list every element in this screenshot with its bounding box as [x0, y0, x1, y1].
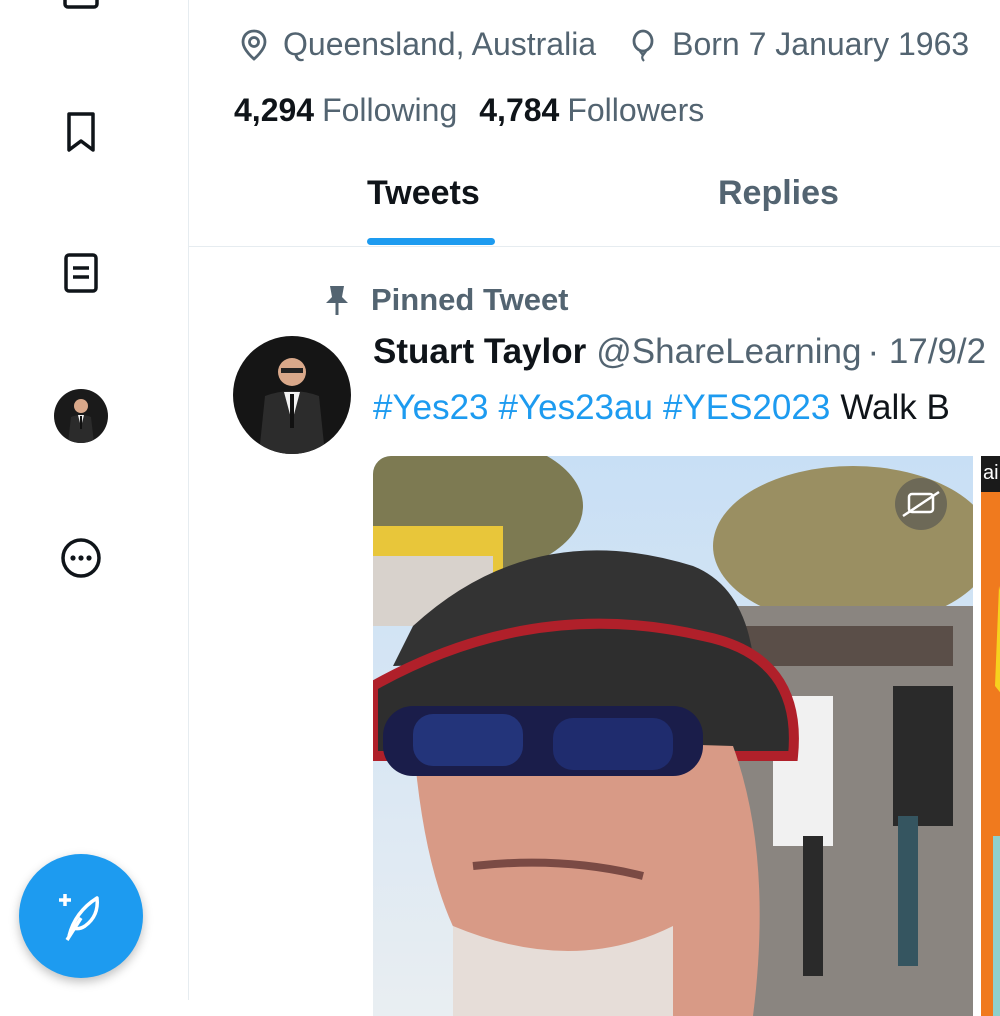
- nav-lists[interactable]: [56, 248, 106, 298]
- profile-location: Queensland, Australia: [283, 26, 597, 62]
- tweet-author-avatar[interactable]: [233, 336, 351, 454]
- balloon-icon: [632, 29, 654, 62]
- hashtag-yes2023[interactable]: #YES2023: [663, 388, 830, 427]
- tab-tweets[interactable]: Tweets: [367, 174, 480, 213]
- pinned-tweet-label-row: Pinned Tweet: [321, 282, 569, 318]
- birthdate-item: Born 7 January 1963: [626, 26, 969, 63]
- tweet-date[interactable]: · 17/9/2: [867, 332, 986, 371]
- profile-info-row: Queensland, Australia Born 7 January 196…: [237, 26, 999, 63]
- bookmark-icon: [67, 112, 95, 152]
- following-label[interactable]: Following: [322, 92, 457, 128]
- tweet-text: #Yes23 #Yes23au #YES2023 Walk B: [373, 388, 950, 428]
- video-thumbnail: [373, 456, 973, 1016]
- tweet-avatar-image: [233, 336, 351, 454]
- tweet-author-name[interactable]: Stuart Taylor: [373, 332, 586, 371]
- following-count[interactable]: 4,294: [234, 92, 314, 128]
- nav-partial-icon[interactable]: [56, 0, 106, 20]
- compose-tweet-icon: [59, 894, 99, 941]
- profile-tabs: Tweets Replies: [189, 160, 1000, 247]
- profile-main: Queensland, Australia Born 7 January 196…: [189, 0, 1000, 1016]
- tab-replies[interactable]: Replies: [718, 174, 839, 213]
- partial-top-icon: [63, 0, 99, 9]
- location-item: Queensland, Australia: [237, 26, 596, 63]
- lists-icon: [64, 253, 98, 293]
- more-icon: [61, 538, 101, 578]
- second-media-label: ai: [983, 462, 999, 484]
- sidebar-nav: [0, 0, 189, 1000]
- profile-birthdate: Born 7 January 1963: [672, 26, 970, 62]
- pinned-tweet-label: Pinned Tweet: [371, 282, 569, 317]
- tweet-body-text: Walk B: [840, 388, 950, 427]
- followers-count[interactable]: 4,784: [479, 92, 559, 128]
- location-icon: [241, 29, 267, 61]
- tweet-header: Stuart Taylor @ShareLearning · 17/9/2: [373, 332, 986, 372]
- nav-bookmarks[interactable]: [56, 107, 106, 157]
- follow-stats: 4,294 Following 4,784 Followers: [234, 92, 726, 129]
- followers-label[interactable]: Followers: [567, 92, 704, 128]
- tweet-author-handle[interactable]: @ShareLearning: [596, 332, 861, 371]
- second-media-thumbnail: [981, 456, 1000, 1016]
- nav-profile-avatar[interactable]: [54, 389, 108, 443]
- hashtag-yes23au[interactable]: #Yes23au: [499, 388, 653, 427]
- tweet-media-video[interactable]: [373, 456, 973, 1016]
- compose-tweet-button[interactable]: [19, 854, 143, 978]
- active-tab-indicator: [367, 238, 495, 245]
- avatar-image: [54, 389, 108, 443]
- tweet-media-second[interactable]: ai: [981, 456, 1000, 1016]
- nav-more[interactable]: [56, 533, 106, 583]
- pin-icon: [326, 286, 348, 315]
- hashtag-yes23[interactable]: #Yes23: [373, 388, 489, 427]
